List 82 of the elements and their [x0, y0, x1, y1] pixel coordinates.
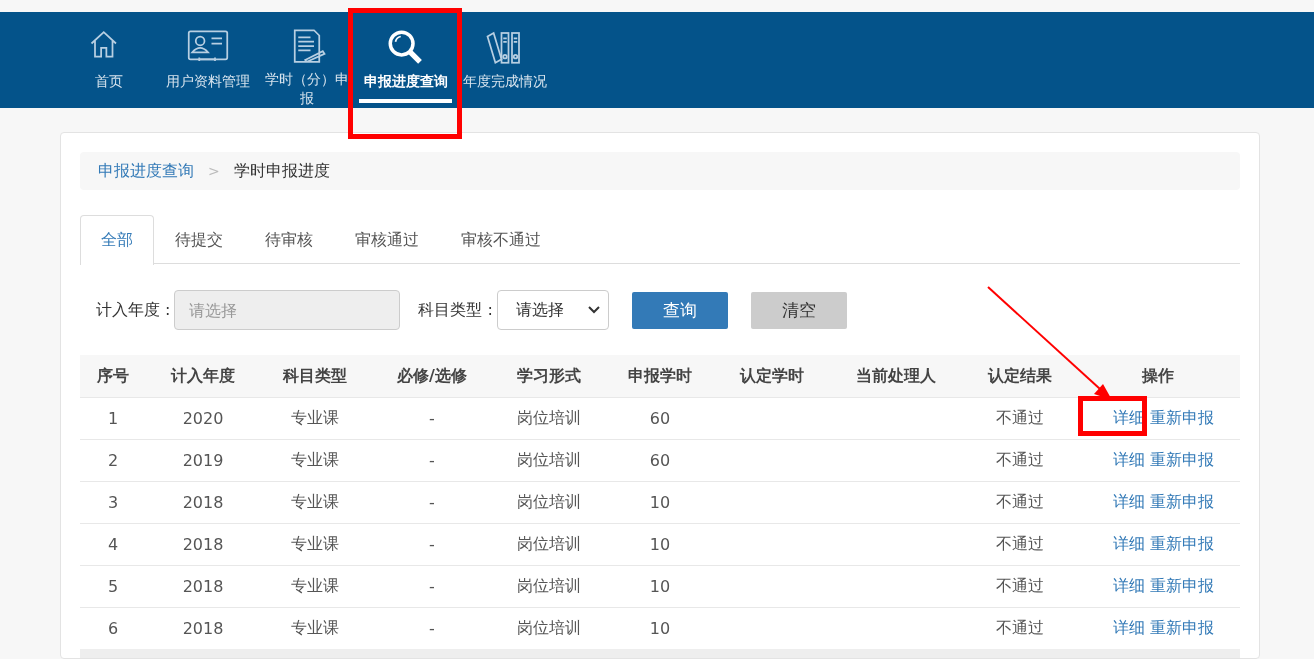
nav-label: 申报进度查询: [362, 72, 449, 91]
button[interactable]: 查询: [631, 291, 728, 329]
table-cell: 1: [80, 397, 146, 440]
table-cell: -: [370, 439, 494, 482]
table-cell: 10: [604, 481, 716, 524]
detail-link[interactable]: 详细: [1112, 534, 1145, 555]
nav-item[interactable]: 申报进度查询: [356, 12, 455, 108]
column-header: 操作: [1076, 355, 1240, 398]
table-cell: -: [370, 397, 494, 440]
table-cell: 专业课: [260, 439, 370, 482]
table-cell: 专业课: [260, 523, 370, 566]
table-cell: 2: [80, 439, 146, 482]
nav-label: 用户资料管理: [164, 72, 251, 91]
table-cell: 60: [604, 397, 716, 440]
resubmit-link[interactable]: 重新申报: [1149, 450, 1214, 471]
breadcrumb-separator: >: [208, 163, 220, 179]
column-header: 认定结果: [964, 355, 1076, 398]
button[interactable]: 清空: [750, 291, 847, 329]
column-header: 必修/选修: [370, 355, 494, 398]
column-header: 申报学时: [604, 355, 716, 398]
table-cell: 3: [80, 481, 146, 524]
detail-link[interactable]: 详细: [1112, 450, 1145, 471]
table-cell: 不通过: [964, 523, 1076, 566]
table-cell: 不通过: [964, 481, 1076, 524]
column-header: 计入年度: [146, 355, 260, 398]
field-label: 计入年度 :: [96, 299, 171, 321]
table-cell: 2019: [146, 439, 260, 482]
detail-link[interactable]: 详细: [1112, 576, 1145, 597]
table-cell: 不通过: [964, 439, 1076, 482]
table-cell: -: [370, 481, 494, 524]
subject-type-dropdown[interactable]: 请选择: [496, 290, 609, 330]
chevron-down-icon: [587, 306, 600, 314]
resubmit-link[interactable]: 重新申报: [1149, 618, 1214, 639]
table-cell: -: [370, 565, 494, 608]
table-cell: 岗位培训: [494, 523, 604, 566]
year-input-field[interactable]: 请选择: [174, 290, 401, 330]
table-cell: 2018: [146, 565, 260, 608]
table-cell: 不通过: [964, 565, 1076, 608]
table-cell: 岗位培训: [494, 481, 604, 524]
table-cell: 岗位培训: [494, 565, 604, 608]
nav-label: 学时（分）申报: [263, 70, 350, 108]
nav-item[interactable]: 首页: [59, 12, 158, 108]
table-cell: 2018: [146, 523, 260, 566]
detail-link[interactable]: 详细: [1112, 492, 1145, 513]
column-header: 序号: [80, 355, 146, 398]
table-cell: -: [370, 523, 494, 566]
resubmit-link[interactable]: 重新申报: [1149, 492, 1214, 513]
resubmit-link[interactable]: 重新申报: [1149, 576, 1214, 597]
table-cell: 2018: [146, 481, 260, 524]
breadcrumb-link[interactable]: 申报进度查询: [98, 160, 194, 182]
breadcrumb-current: 学时申报进度: [233, 160, 330, 182]
tab[interactable]: 待提交: [154, 215, 244, 263]
nav-label: 首页: [93, 72, 124, 91]
table-cell: 专业课: [260, 565, 370, 608]
table-cell: 60: [604, 439, 716, 482]
column-header: 认定学时: [716, 355, 828, 398]
table-cell: 4: [80, 523, 146, 566]
field-label: 科目类型 :: [418, 299, 493, 321]
table-cell: 专业课: [260, 397, 370, 440]
nav-item[interactable]: 用户资料管理: [158, 12, 257, 108]
nav-label: 年度完成情况: [461, 72, 548, 91]
table-cell: 不通过: [964, 397, 1076, 440]
detail-link[interactable]: 详细: [1112, 618, 1145, 639]
column-header: 当前处理人: [828, 355, 964, 398]
nav-item[interactable]: 学时（分）申报: [257, 12, 356, 108]
table-cell: 10: [604, 565, 716, 608]
tab[interactable]: 审核不通过: [440, 215, 562, 263]
table-cell: 5: [80, 565, 146, 608]
resubmit-link[interactable]: 重新申报: [1149, 408, 1214, 429]
table-cell: 岗位培训: [494, 439, 604, 482]
nav-item[interactable]: 年度完成情况: [455, 12, 554, 108]
tab[interactable]: 全部: [80, 215, 154, 265]
table-cell: 10: [604, 523, 716, 566]
table-cell: 专业课: [260, 481, 370, 524]
column-header: 学习形式: [494, 355, 604, 398]
highlight-frame: [1078, 396, 1147, 436]
tab[interactable]: 审核通过: [334, 215, 440, 263]
resubmit-link[interactable]: 重新申报: [1149, 534, 1214, 555]
column-header: 科目类型: [260, 355, 370, 398]
table-cell: 2020: [146, 397, 260, 440]
tab[interactable]: 待审核: [244, 215, 334, 263]
table-cell: 岗位培训: [494, 397, 604, 440]
